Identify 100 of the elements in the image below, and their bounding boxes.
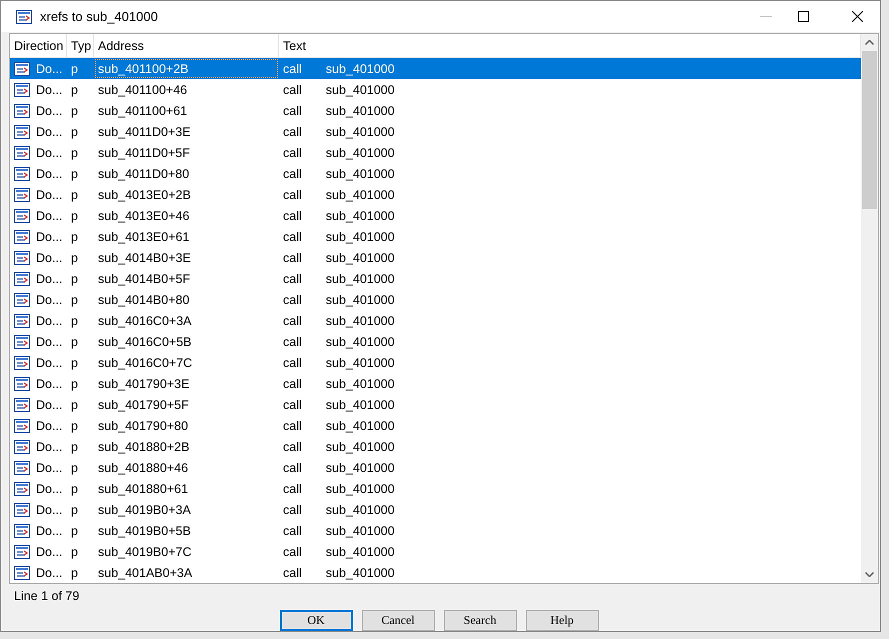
xref-icon <box>14 230 30 244</box>
address-cell: sub_4016C0+5B <box>98 334 192 348</box>
address-cell: sub_4019B0+5B <box>98 524 191 538</box>
scroll-thumb[interactable] <box>862 51 877 209</box>
column-header[interactable]: Address <box>94 34 279 57</box>
instruction-cell: call <box>283 398 302 412</box>
address-cell: sub_4013E0+2B <box>98 188 191 202</box>
status-text: Line 1 of 79 <box>14 589 80 603</box>
direction-cell: Do... <box>36 440 62 454</box>
type-cell: p <box>71 356 78 370</box>
xref-row[interactable]: Do... p sub_401880+46 call sub_401000 <box>10 457 861 478</box>
xref-icon <box>14 502 30 516</box>
xref-row[interactable]: Do... p sub_4011D0+3E call sub_401000 <box>10 121 861 142</box>
direction-cell: Do... <box>36 524 62 538</box>
scroll-up-icon[interactable] <box>865 40 874 45</box>
type-cell: p <box>71 62 78 76</box>
direction-cell: Do... <box>36 124 62 138</box>
dialog-button[interactable]: Cancel <box>362 610 434 631</box>
xref-icon <box>14 292 30 306</box>
address-cell: sub_4013E0+61 <box>98 230 190 244</box>
type-cell: p <box>71 502 78 516</box>
type-cell: p <box>71 230 78 244</box>
dialog-button[interactable]: Help <box>526 610 598 631</box>
scrollbar[interactable] <box>861 34 878 583</box>
xref-icon <box>14 418 30 432</box>
operand-cell: sub_401000 <box>326 334 395 348</box>
instruction-cell: call <box>283 356 302 370</box>
direction-cell: Do... <box>36 398 62 412</box>
operand-cell: sub_401000 <box>326 166 395 180</box>
scroll-down-icon[interactable] <box>865 572 874 577</box>
instruction-cell: call <box>283 62 302 76</box>
xref-row[interactable]: Do... p sub_4014B0+3E call sub_401000 <box>10 247 861 268</box>
xref-row[interactable]: Do... p sub_4016C0+3A call sub_401000 <box>10 310 861 331</box>
close-icon[interactable] <box>852 11 862 22</box>
type-cell: p <box>71 146 78 160</box>
xref-row[interactable]: Do... p sub_401AB0+3A call sub_401000 <box>10 562 861 583</box>
address-cell: sub_4011D0+3E <box>98 124 191 138</box>
xref-icon <box>14 398 30 412</box>
dialog-button[interactable]: OK <box>280 610 352 631</box>
xref-icon <box>14 566 30 580</box>
operand-cell: sub_401000 <box>326 376 395 390</box>
operand-cell: sub_401000 <box>326 418 395 432</box>
xref-row[interactable]: Do... p sub_4016C0+5B call sub_401000 <box>10 331 861 352</box>
direction-cell: Do... <box>36 314 62 328</box>
direction-cell: Do... <box>36 166 62 180</box>
xref-row[interactable]: Do... p sub_401880+2B call sub_401000 <box>10 436 861 457</box>
operand-cell: sub_401000 <box>326 524 395 538</box>
address-cell: sub_4019B0+3A <box>98 502 191 516</box>
direction-cell: Do... <box>36 418 62 432</box>
xref-row[interactable]: Do... p sub_4019B0+7C call sub_401000 <box>10 541 861 562</box>
type-cell: p <box>71 208 78 222</box>
instruction-cell: call <box>283 166 302 180</box>
type-cell: p <box>71 398 78 412</box>
xref-icon <box>14 62 30 76</box>
xref-icon <box>14 460 30 474</box>
xref-row[interactable]: Do... p sub_4019B0+3A call sub_401000 <box>10 499 861 520</box>
xref-row[interactable]: Do... p sub_401100+61 call sub_401000 <box>10 100 861 121</box>
xref-row[interactable]: Do... p sub_401790+80 call sub_401000 <box>10 415 861 436</box>
type-cell: p <box>71 188 78 202</box>
xref-row[interactable]: Do... p sub_4013E0+2B call sub_401000 <box>10 184 861 205</box>
xref-row[interactable]: Do... p sub_401790+3E call sub_401000 <box>10 373 861 394</box>
xref-row[interactable]: Do... p sub_4014B0+80 call sub_401000 <box>10 289 861 310</box>
instruction-cell: call <box>283 440 302 454</box>
xref-row[interactable]: Do... p sub_401790+5F call sub_401000 <box>10 394 861 415</box>
xref-row[interactable]: Do... p sub_4014B0+5F call sub_401000 <box>10 268 861 289</box>
type-cell: p <box>71 418 78 432</box>
instruction-cell: call <box>283 314 302 328</box>
xref-row[interactable]: Do... p sub_4013E0+46 call sub_401000 <box>10 205 861 226</box>
direction-cell: Do... <box>36 272 62 286</box>
address-cell: sub_401AB0+3A <box>98 566 192 580</box>
operand-cell: sub_401000 <box>326 208 395 222</box>
xref-row[interactable]: Do... p sub_401100+2B call sub_401000 <box>10 58 861 79</box>
type-cell: p <box>71 250 78 264</box>
operand-cell: sub_401000 <box>326 250 395 264</box>
xref-row[interactable]: Do... p sub_4013E0+61 call sub_401000 <box>10 226 861 247</box>
xref-row[interactable]: Do... p sub_401880+61 call sub_401000 <box>10 478 861 499</box>
operand-cell: sub_401000 <box>326 82 395 96</box>
operand-cell: sub_401000 <box>326 398 395 412</box>
operand-cell: sub_401000 <box>326 62 395 76</box>
direction-cell: Do... <box>36 104 62 118</box>
operand-cell: sub_401000 <box>326 440 395 454</box>
xref-icon <box>14 188 30 202</box>
type-cell: p <box>71 124 78 138</box>
column-header[interactable]: Typ <box>67 34 94 57</box>
column-header[interactable]: Direction <box>10 34 67 57</box>
xref-row[interactable]: Do... p sub_4011D0+80 call sub_401000 <box>10 163 861 184</box>
instruction-cell: call <box>283 146 302 160</box>
xref-row[interactable]: Do... p sub_401100+46 call sub_401000 <box>10 79 861 100</box>
operand-cell: sub_401000 <box>326 544 395 558</box>
address-cell: sub_4014B0+5F <box>98 272 190 286</box>
maximize-icon[interactable] <box>798 11 808 22</box>
instruction-cell: call <box>283 250 302 264</box>
direction-cell: Do... <box>36 250 62 264</box>
type-cell: p <box>71 272 78 286</box>
xref-row[interactable]: Do... p sub_4019B0+5B call sub_401000 <box>10 520 861 541</box>
xref-row[interactable]: Do... p sub_4011D0+5F call sub_401000 <box>10 142 861 163</box>
dialog-button[interactable]: Search <box>444 610 516 631</box>
xref-icon <box>14 166 30 180</box>
xref-row[interactable]: Do... p sub_4016C0+7C call sub_401000 <box>10 352 861 373</box>
xref-icon <box>14 334 30 348</box>
